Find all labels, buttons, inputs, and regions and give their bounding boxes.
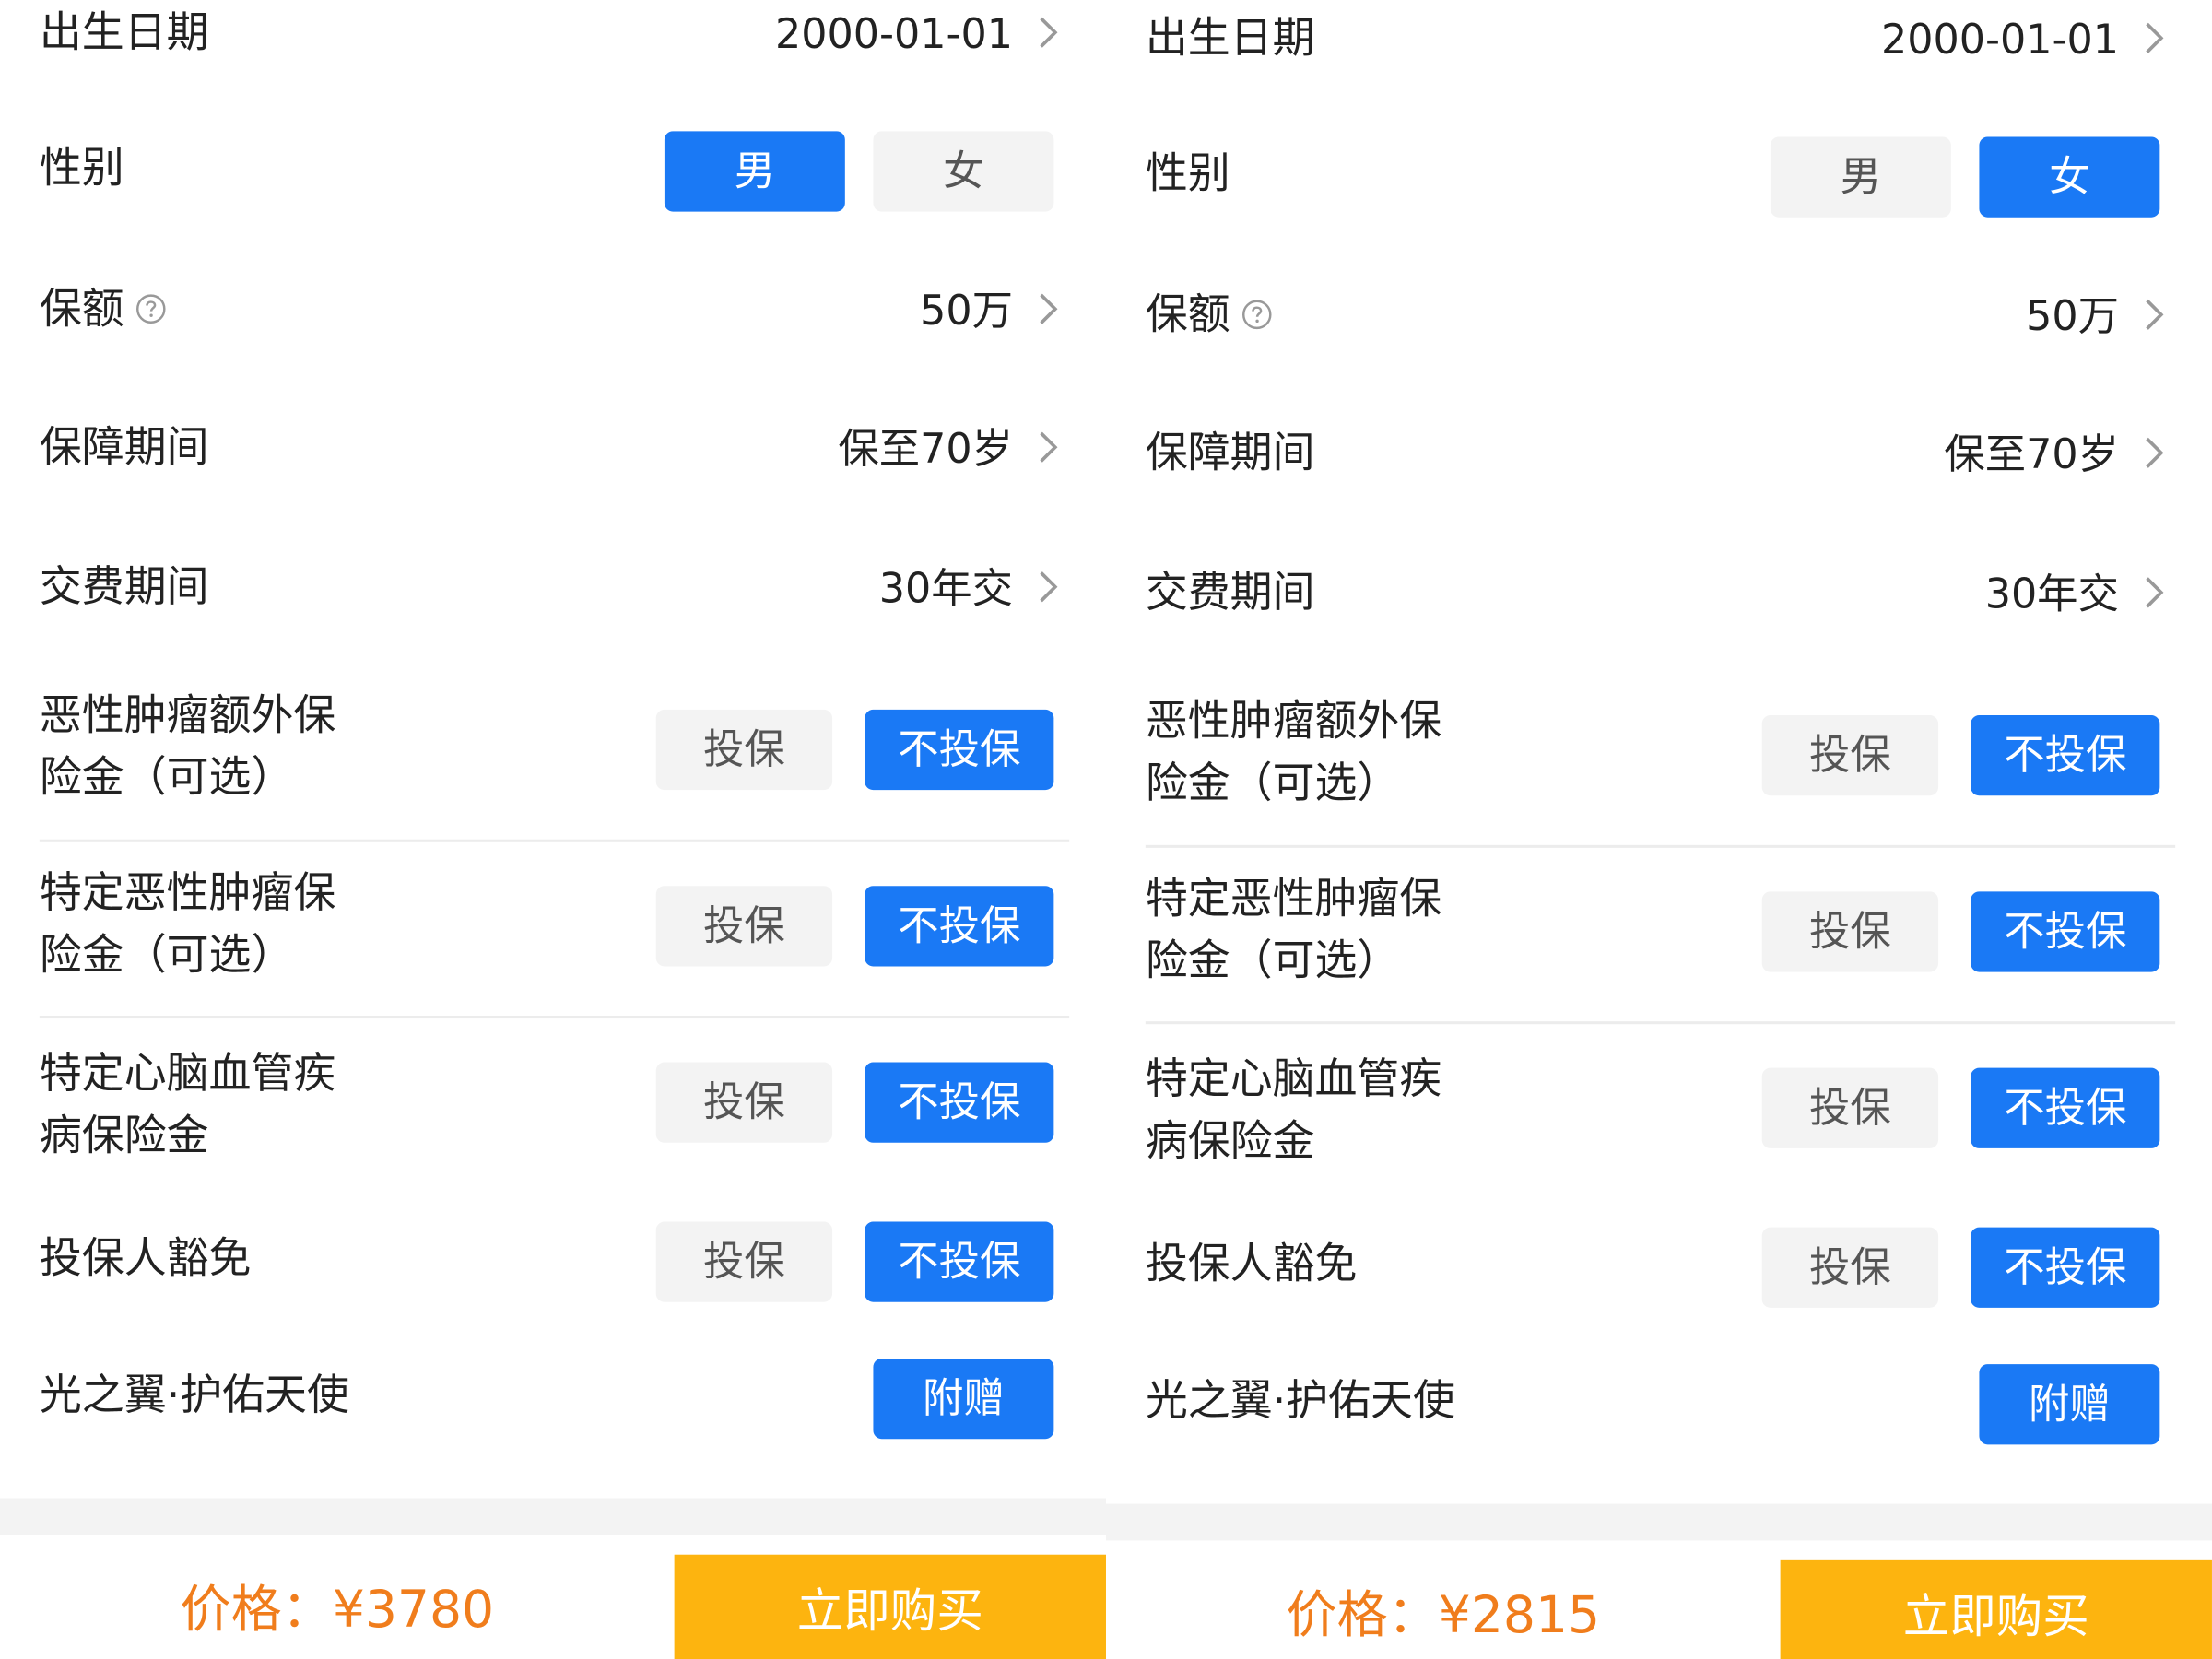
no-insure-button[interactable]: 不投保 — [1971, 715, 2160, 796]
coverage-period-value: 保至70岁 — [838, 424, 1013, 473]
option-label-line2: 险金（可选） — [39, 753, 294, 803]
no-insure-button[interactable]: 不投保 — [865, 1062, 1054, 1143]
question-circle-icon[interactable] — [1241, 299, 1273, 330]
coverage-period-label: 保障期间 — [39, 423, 209, 473]
no-insure-button[interactable]: 不投保 — [1971, 891, 2160, 972]
divider — [39, 1016, 1070, 1019]
insure-button[interactable]: 投保 — [1761, 1067, 1939, 1148]
no-insure-button[interactable]: 不投保 — [1971, 1227, 2160, 1308]
footer-bar: 价格：¥2815 立即购买 — [1105, 1559, 2212, 1659]
coverage-amount-label: 保额 — [1146, 285, 1273, 347]
comparison-screenshot: 出生日期 2000-01-01 性别 男 女 保额 50万 保障期间 保至70岁… — [0, 0, 2212, 1659]
quote-panel-left: 出生日期 2000-01-01 性别 男 女 保额 50万 保障期间 保至70岁… — [0, 0, 1106, 1659]
option-label-line1: 恶性肿瘤额外保 — [1145, 697, 1442, 747]
gender-male-button[interactable]: 男 — [1770, 136, 1951, 218]
birth-date-label: 出生日期 — [39, 8, 209, 58]
chevron-right-icon — [2146, 437, 2164, 468]
section-separator — [0, 1498, 1106, 1535]
option-label-line2: 险金（可选） — [1145, 936, 1400, 986]
option-label: 光之翼·护佑天使 — [1145, 1376, 1455, 1427]
no-insure-button[interactable]: 不投保 — [865, 1221, 1054, 1302]
coverage-amount-value: 50万 — [920, 286, 1013, 335]
gender-female-button[interactable]: 女 — [1979, 136, 2160, 218]
divider — [1145, 844, 2176, 848]
coverage-period-row[interactable]: 保障期间 保至70岁 — [1146, 423, 2175, 485]
payment-period-label: 交费期间 — [39, 562, 209, 613]
question-circle-icon[interactable] — [135, 293, 167, 324]
price-label: 价格：¥3780 — [180, 1581, 495, 1640]
payment-period-value: 30年交 — [878, 564, 1013, 613]
gender-female-button[interactable]: 女 — [873, 131, 1054, 212]
no-insure-button[interactable]: 不投保 — [865, 886, 1054, 967]
chevron-right-icon — [2146, 299, 2164, 330]
option-label: 光之翼·护佑天使 — [39, 1371, 349, 1421]
option-label: 投保人豁免 — [1145, 1240, 1358, 1289]
coverage-amount-row[interactable]: 保额 50万 — [1146, 285, 2175, 347]
chevron-right-icon — [1040, 431, 1058, 463]
section-separator — [1105, 1503, 2212, 1541]
buy-now-button[interactable]: 立即购买 — [1780, 1559, 2212, 1659]
option-label-line1: 特定恶性肿瘤保 — [39, 868, 336, 919]
coverage-amount-value: 50万 — [2026, 291, 2119, 340]
option-label-line1: 特定恶性肿瘤保 — [1145, 874, 1442, 924]
option-label-line1: 特定心脑血管疾 — [39, 1049, 336, 1100]
footer-bar: 价格：¥3780 立即购买 — [0, 1554, 1106, 1659]
insure-button[interactable]: 投保 — [1761, 891, 1939, 972]
no-insure-button[interactable]: 不投保 — [865, 709, 1054, 791]
gift-button[interactable]: 附赠 — [1979, 1364, 2160, 1445]
payment-period-label: 交费期间 — [1145, 568, 1315, 618]
payment-period-value: 30年交 — [1984, 570, 2119, 618]
birth-date-row[interactable]: 出生日期 2000-01-01 — [40, 3, 1069, 65]
option-label-line2: 病保险金 — [39, 1112, 209, 1161]
no-insure-button[interactable]: 不投保 — [1971, 1067, 2160, 1148]
chevron-right-icon — [1040, 17, 1058, 48]
insure-button[interactable]: 投保 — [1761, 1227, 1939, 1308]
coverage-amount-text: 保额 — [1145, 290, 1230, 340]
option-label-line1: 特定心脑血管疾 — [1145, 1054, 1442, 1105]
coverage-period-row[interactable]: 保障期间 保至70岁 — [40, 418, 1069, 479]
divider — [1145, 1021, 2176, 1025]
option-label-line1: 恶性肿瘤额外保 — [39, 690, 336, 741]
chevron-right-icon — [1040, 571, 1058, 603]
coverage-amount-label: 保额 — [40, 279, 167, 341]
insure-button[interactable]: 投保 — [655, 1062, 833, 1143]
gift-button[interactable]: 附赠 — [873, 1358, 1054, 1440]
coverage-amount-text: 保额 — [39, 285, 124, 335]
option-label: 投保人豁免 — [39, 1234, 252, 1284]
chevron-right-icon — [2146, 22, 2164, 53]
coverage-period-label: 保障期间 — [1145, 429, 1315, 478]
coverage-amount-row[interactable]: 保额 50万 — [40, 279, 1069, 341]
birth-date-label: 出生日期 — [1145, 14, 1315, 64]
birth-date-row[interactable]: 出生日期 2000-01-01 — [1146, 8, 2175, 70]
gender-label: 性别 — [39, 144, 124, 194]
buy-now-button[interactable]: 立即购买 — [674, 1554, 1106, 1659]
coverage-period-value: 保至70岁 — [1944, 429, 2119, 478]
gender-label: 性别 — [1145, 149, 1230, 199]
insure-button[interactable]: 投保 — [1761, 715, 1939, 796]
insure-button[interactable]: 投保 — [655, 1221, 833, 1302]
quote-panel-right: 出生日期 2000-01-01 性别 男 女 保额 50万 保障期间 保至70岁… — [1105, 6, 2212, 1659]
payment-period-row[interactable]: 交费期间 30年交 — [40, 558, 1069, 619]
option-label-line2: 病保险金 — [1145, 1117, 1315, 1167]
option-label-line2: 险金（可选） — [1145, 759, 1400, 809]
divider — [39, 839, 1070, 842]
insure-button[interactable]: 投保 — [655, 709, 833, 791]
price-label: 价格：¥2815 — [1286, 1586, 1601, 1645]
chevron-right-icon — [2146, 577, 2164, 608]
option-label-line2: 险金（可选） — [39, 931, 294, 981]
gender-male-button[interactable]: 男 — [664, 131, 845, 212]
insure-button[interactable]: 投保 — [655, 886, 833, 967]
chevron-right-icon — [1040, 293, 1058, 324]
birth-date-value: 2000-01-01 — [1880, 15, 2119, 64]
payment-period-row[interactable]: 交费期间 30年交 — [1146, 563, 2175, 625]
birth-date-value: 2000-01-01 — [774, 9, 1013, 58]
